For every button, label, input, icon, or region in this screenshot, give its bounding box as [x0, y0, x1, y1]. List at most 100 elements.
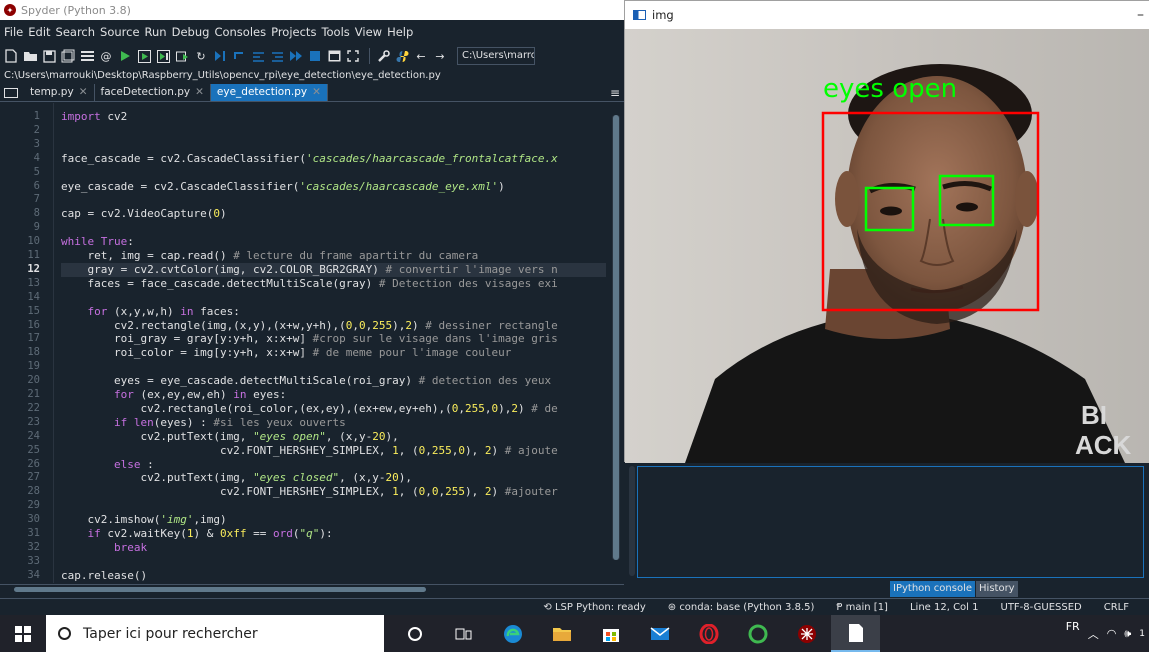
code-line[interactable]: break	[61, 541, 147, 555]
code-line[interactable]: eyes = eye_cascade.detectMultiScale(roi_…	[61, 374, 551, 388]
mail-icon[interactable]	[635, 615, 684, 652]
menu-item-tools[interactable]: Tools	[321, 25, 349, 39]
lsp-status[interactable]: ⟲ LSP Python: ready	[543, 602, 645, 613]
git-status[interactable]: Ᵽ main [1]	[836, 602, 888, 613]
menu-item-file[interactable]: File	[4, 25, 23, 39]
code-line[interactable]: if len(eyes) : #si les yeux ouverts	[61, 416, 346, 430]
menu-item-consoles[interactable]: Consoles	[214, 25, 266, 39]
code-line[interactable]: roi_gray = gray[y:y+h, x:x+w] #crop sur …	[61, 332, 558, 346]
menu-item-search[interactable]: Search	[56, 25, 96, 39]
code-line[interactable]: else :	[61, 458, 154, 472]
code-line[interactable]: cv2.rectangle(roi_color,(ex,ey),(ex+ew,e…	[61, 402, 557, 416]
tab-temp-py[interactable]: temp.py ✕	[24, 84, 95, 101]
rerun-icon[interactable]: ↻	[193, 48, 209, 64]
open-folder-icon[interactable]	[22, 48, 38, 64]
cortana-icon[interactable]	[390, 615, 439, 652]
list-icon[interactable]	[79, 48, 95, 64]
code-line[interactable]: if cv2.waitKey(1) & 0xff == ord("q"):	[61, 527, 333, 541]
menu-item-debug[interactable]: Debug	[172, 25, 210, 39]
close-icon[interactable]: ✕	[195, 84, 204, 101]
wifi-icon[interactable]: ◠	[1107, 627, 1117, 640]
language-indicator[interactable]: FR	[1066, 620, 1080, 633]
code-line[interactable]: cv2.FONT_HERSHEY_SIMPLEX, 1, (0,255,0), …	[61, 444, 558, 458]
code-line[interactable]: faces = face_cascade.detectMultiScale(gr…	[61, 277, 557, 291]
save-all-icon[interactable]	[60, 48, 76, 64]
step-icon[interactable]	[231, 48, 247, 64]
stop-icon[interactable]	[307, 48, 323, 64]
tab-ipython-console[interactable]: IPython console	[890, 581, 976, 597]
debug-icon[interactable]	[212, 48, 228, 64]
menu-item-edit[interactable]: Edit	[28, 25, 50, 39]
forward-arrow-icon[interactable]: →	[432, 48, 448, 64]
edge-icon[interactable]	[488, 615, 537, 652]
code-line[interactable]: for (x,y,w,h) in faces:	[61, 305, 240, 319]
code-area[interactable]: import cv2 face_cascade = cv2.CascadeClas…	[61, 103, 606, 583]
preferences-wrench-icon[interactable]	[375, 48, 391, 64]
task-view-icon[interactable]	[439, 615, 488, 652]
maximize-pane-icon[interactable]	[326, 48, 342, 64]
close-icon[interactable]: ✕	[312, 84, 321, 101]
menu-item-projects[interactable]: Projects	[271, 25, 316, 39]
code-line[interactable]: cv2.putText(img, "eyes closed", (x,y-20)…	[61, 471, 412, 485]
at-icon[interactable]: @	[98, 48, 114, 64]
code-line[interactable]: cv2.rectangle(img,(x,y),(x+w,y+h),(0,0,2…	[61, 319, 558, 333]
new-file-icon[interactable]	[3, 48, 19, 64]
close-icon[interactable]: ✕	[79, 84, 88, 101]
volume-icon[interactable]: 🕪	[1124, 627, 1131, 641]
code-line[interactable]: cv2.FONT_HERSHEY_SIMPLEX, 1, (0,0,255), …	[61, 485, 558, 499]
conda-status[interactable]: ⊛ conda: base (Python 3.8.5)	[668, 602, 815, 613]
hamburger-menu-icon[interactable]: ≡	[610, 86, 620, 100]
start-button[interactable]	[0, 615, 46, 652]
file-explorer-icon[interactable]	[537, 615, 586, 652]
anaconda-icon[interactable]	[733, 615, 782, 652]
python-path-icon[interactable]	[394, 48, 410, 64]
chevron-up-icon[interactable]: ︿	[1088, 626, 1099, 642]
scrollbar-thumb[interactable]	[14, 587, 426, 592]
image-window[interactable]: img – BI ACK eyes open	[624, 0, 1149, 463]
run-icon[interactable]	[117, 48, 133, 64]
back-arrow-icon[interactable]: ←	[413, 48, 429, 64]
scrollbar-thumb[interactable]	[613, 115, 619, 560]
save-icon[interactable]	[41, 48, 57, 64]
code-line[interactable]: eye_cascade = cv2.CascadeClassifier('cas…	[61, 180, 505, 194]
ipython-console[interactable]	[637, 466, 1144, 578]
working-directory-input[interactable]: C:\Users\marro	[457, 47, 535, 65]
run-cell-icon[interactable]	[136, 48, 152, 64]
clock-partial[interactable]: 1	[1139, 629, 1145, 639]
browse-tabs-icon[interactable]	[4, 87, 18, 98]
step-into-icon[interactable]	[250, 48, 266, 64]
console-scrollbar[interactable]	[629, 466, 635, 576]
menu-item-run[interactable]: Run	[145, 25, 167, 39]
image-window-title-bar[interactable]: img –	[625, 1, 1149, 29]
editor-vertical-scrollbar[interactable]	[612, 115, 620, 560]
minimize-icon[interactable]: –	[1137, 7, 1144, 23]
menu-item-source[interactable]: Source	[100, 25, 140, 39]
code-line[interactable]: cap = cv2.VideoCapture(0)	[61, 207, 227, 221]
editor-horizontal-scrollbar[interactable]	[0, 584, 624, 594]
run-cell-advance-icon[interactable]	[155, 48, 171, 64]
opencv-window-taskbar-icon[interactable]	[831, 615, 880, 652]
tab-history[interactable]: History	[976, 581, 1018, 597]
code-line[interactable]: cv2.imshow('img',img)	[61, 513, 226, 527]
step-return-icon[interactable]	[269, 48, 285, 64]
code-line[interactable]: while True:	[61, 235, 134, 249]
code-line[interactable]: import cv2	[61, 110, 127, 124]
fullscreen-icon[interactable]	[345, 48, 361, 64]
tab-eye-detection-py[interactable]: eye_detection.py ✕	[210, 84, 328, 101]
code-line[interactable]: cv2.putText(img, "eyes open", (x,y-20),	[61, 430, 398, 444]
code-line[interactable]: roi_color = img[y:y+h, x:x+w] # de meme …	[61, 346, 511, 360]
store-icon[interactable]	[586, 615, 635, 652]
code-line[interactable]: for (ex,ey,ew,eh) in eyes:	[61, 388, 286, 402]
code-line[interactable]: cap.release()	[61, 569, 147, 583]
code-line[interactable]: gray = cv2.cvtColor(img, cv2.COLOR_BGR2G…	[61, 263, 557, 277]
tab-facedetection-py[interactable]: faceDetection.py ✕	[95, 84, 211, 101]
code-editor[interactable]: 1 2 3 4 5 6 7 8 9 10 11 12 13 14 15 16 17 18 19 20 21 22 23 24 2…	[0, 103, 624, 583]
menu-item-help[interactable]: Help	[387, 25, 413, 39]
opera-icon[interactable]	[684, 615, 733, 652]
code-line[interactable]: ret, img = cap.read() # lecture du frame…	[61, 249, 478, 263]
continue-icon[interactable]	[288, 48, 304, 64]
run-selection-icon[interactable]	[174, 48, 190, 64]
taskbar-search-box[interactable]: Taper ici pour rechercher	[46, 615, 384, 652]
code-line[interactable]: face_cascade = cv2.CascadeClassifier('ca…	[61, 152, 558, 166]
menu-item-view[interactable]: View	[355, 25, 382, 39]
